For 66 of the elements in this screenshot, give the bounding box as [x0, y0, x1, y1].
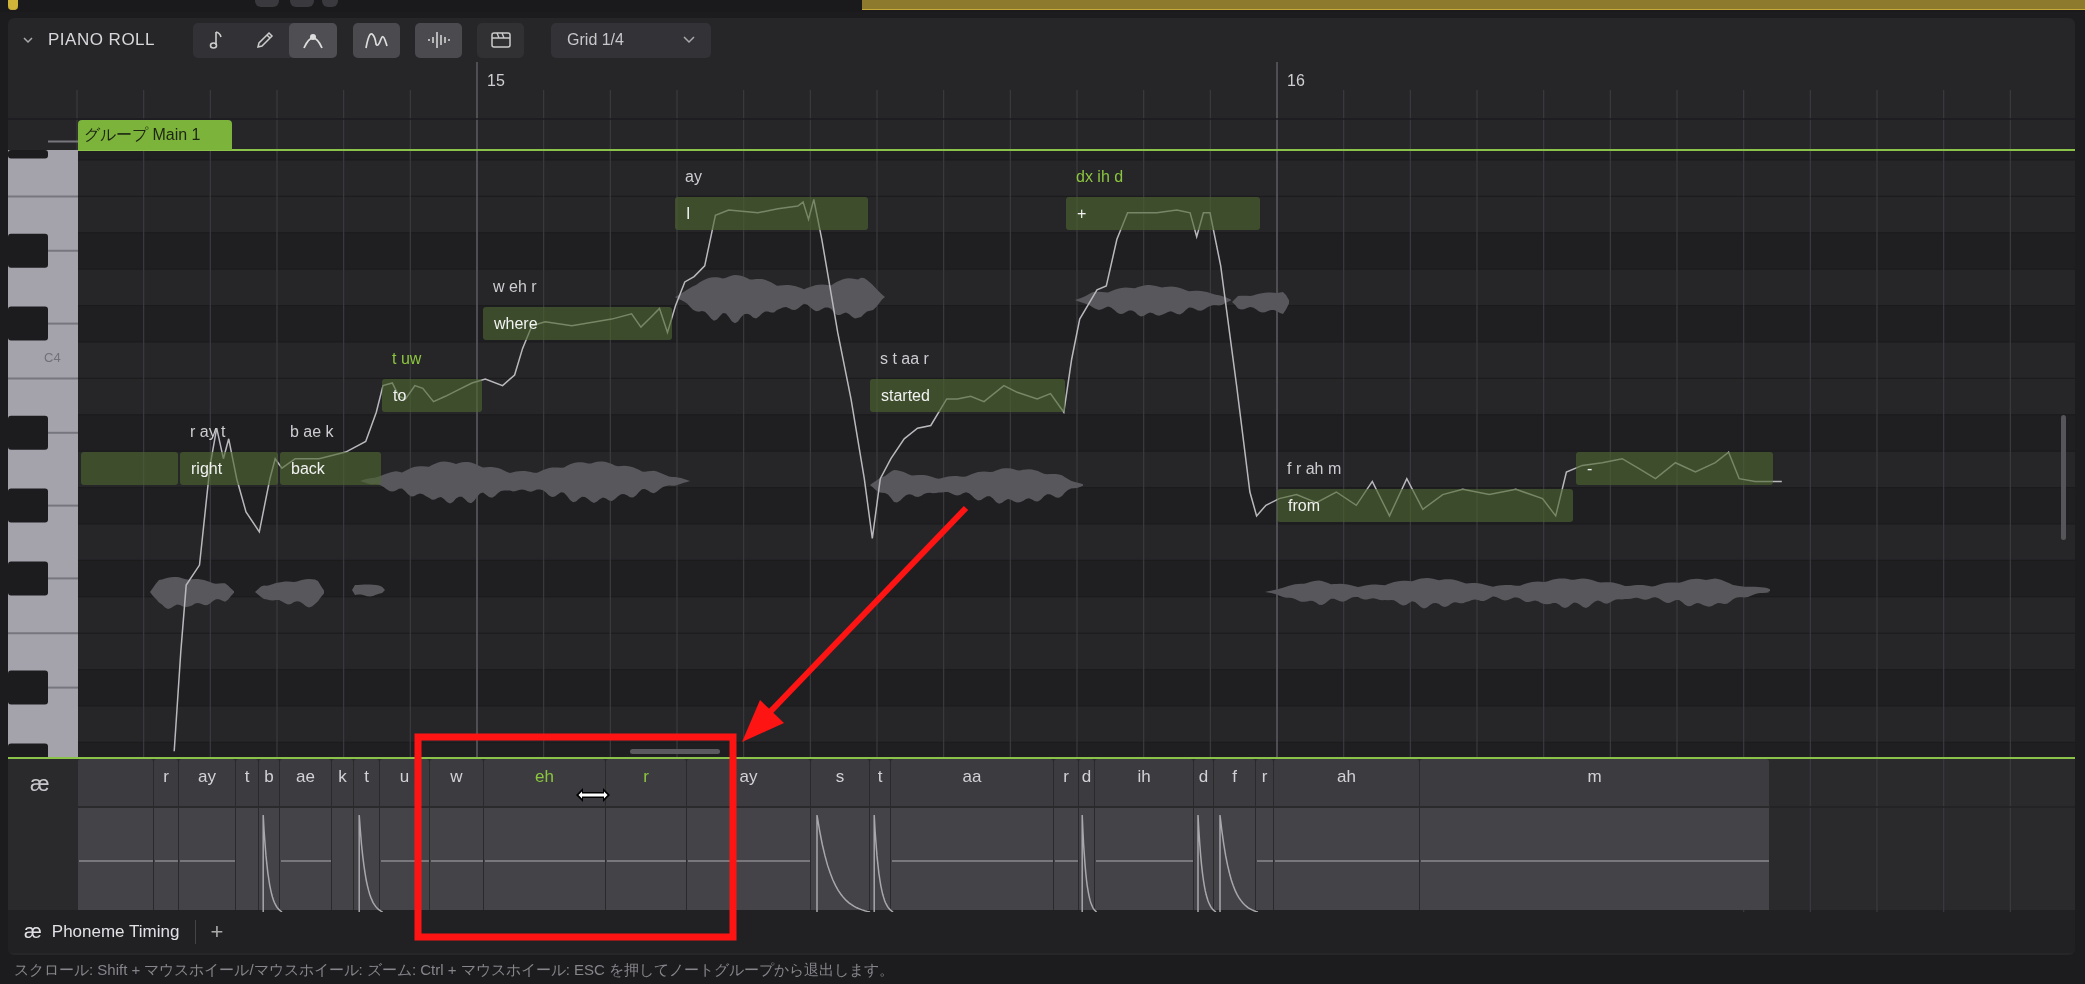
- timeline-clip[interactable]: [862, 0, 2085, 10]
- waveform-icon: [425, 30, 452, 50]
- phoneme-label[interactable]: f r ah m: [1287, 459, 1342, 478]
- piano-keys-drawing[interactable]: [8, 140, 79, 757]
- phoneme-segment[interactable]: ay: [179, 759, 235, 910]
- timeline-clip[interactable]: [8, 0, 18, 10]
- toggle-button[interactable]: [415, 22, 463, 58]
- note[interactable]: where: [483, 306, 672, 340]
- phoneme-segment[interactable]: ah: [1274, 759, 1419, 910]
- phoneme-segment[interactable]: ay: [687, 759, 810, 910]
- phoneme-label[interactable]: t uw: [392, 350, 422, 369]
- note[interactable]: -: [1576, 452, 1773, 486]
- note[interactable]: right: [180, 452, 278, 486]
- pitch-curve[interactable]: [173, 198, 1783, 753]
- phoneme-segment[interactable]: d: [1194, 759, 1213, 910]
- grid-dropdown[interactable]: Grid 1/4: [551, 22, 712, 58]
- phoneme-segment[interactable]: f: [1214, 759, 1255, 910]
- audio-waveform: [352, 584, 385, 597]
- chevron-down-icon: [683, 36, 696, 44]
- note[interactable]: I: [675, 197, 868, 231]
- phoneme-segment[interactable]: t: [870, 759, 890, 910]
- chevron-icon[interactable]: [22, 34, 34, 46]
- bar-number: 15: [487, 72, 505, 90]
- phoneme-segment[interactable]: r: [1054, 759, 1078, 910]
- phoneme-segment[interactable]: t: [354, 759, 379, 910]
- add-tab-button[interactable]: +: [204, 918, 230, 945]
- clapperboard-icon: [489, 30, 512, 50]
- phoneme-segment[interactable]: r: [154, 759, 178, 910]
- toggle-button[interactable]: [353, 22, 401, 58]
- scrollbar-thumb[interactable]: [630, 749, 720, 754]
- tab[interactable]: æ Phoneme Timing: [16, 914, 188, 949]
- phoneme-segment[interactable]: ih: [1095, 759, 1193, 910]
- phoneme-segment[interactable]: aa: [891, 759, 1053, 910]
- note[interactable]: to: [382, 379, 482, 413]
- phoneme-label[interactable]: s t aa r: [880, 350, 929, 369]
- phoneme-segment[interactable]: ae: [280, 759, 331, 910]
- pencil-icon: [255, 30, 276, 50]
- toggle-button[interactable]: [477, 22, 525, 58]
- phoneme-segment[interactable]: m: [1420, 759, 1769, 910]
- audio-waveform: [255, 579, 324, 608]
- phoneme-segment[interactable]: eh: [484, 759, 605, 910]
- phoneme-label[interactable]: ay: [685, 168, 702, 187]
- phoneme-segment[interactable]: k: [332, 759, 353, 910]
- panel-title: PIANO ROLL: [48, 30, 156, 50]
- pitch-curve-icon: [363, 30, 390, 50]
- note[interactable]: from: [1277, 488, 1573, 522]
- phoneme-lane-icon: æ: [30, 771, 50, 797]
- tool-button[interactable]: [289, 22, 338, 58]
- phoneme-label[interactable]: w eh r: [493, 277, 537, 296]
- phoneme-segment[interactable]: b: [259, 759, 279, 910]
- bar-number: 16: [1287, 72, 1305, 90]
- phoneme-label[interactable]: b ae k: [290, 423, 334, 442]
- phoneme-segment[interactable]: w: [430, 759, 483, 910]
- status-bar-text: スクロール: Shift + マウスホイール/マウスホイール: ズーム: Ctrl + マウスホイール: ESC を押してノートグループから退出します。: [13, 960, 896, 980]
- note[interactable]: back: [280, 452, 381, 486]
- resize-cursor-icon: [574, 786, 612, 804]
- phoneme-segment[interactable]: s: [811, 759, 869, 910]
- phoneme-segment[interactable]: r: [606, 759, 686, 910]
- note[interactable]: +: [1066, 197, 1260, 231]
- phoneme-symbol-icon: æ: [24, 920, 42, 943]
- phoneme-label[interactable]: dx ih d: [1076, 168, 1124, 187]
- scrollbar-thumb[interactable]: [2061, 415, 2066, 540]
- phoneme-segment[interactable]: r: [1256, 759, 1273, 910]
- phoneme-segment[interactable]: t: [236, 759, 258, 910]
- note[interactable]: started: [870, 379, 1065, 413]
- note-group-label[interactable]: グループ Main 1: [78, 120, 232, 150]
